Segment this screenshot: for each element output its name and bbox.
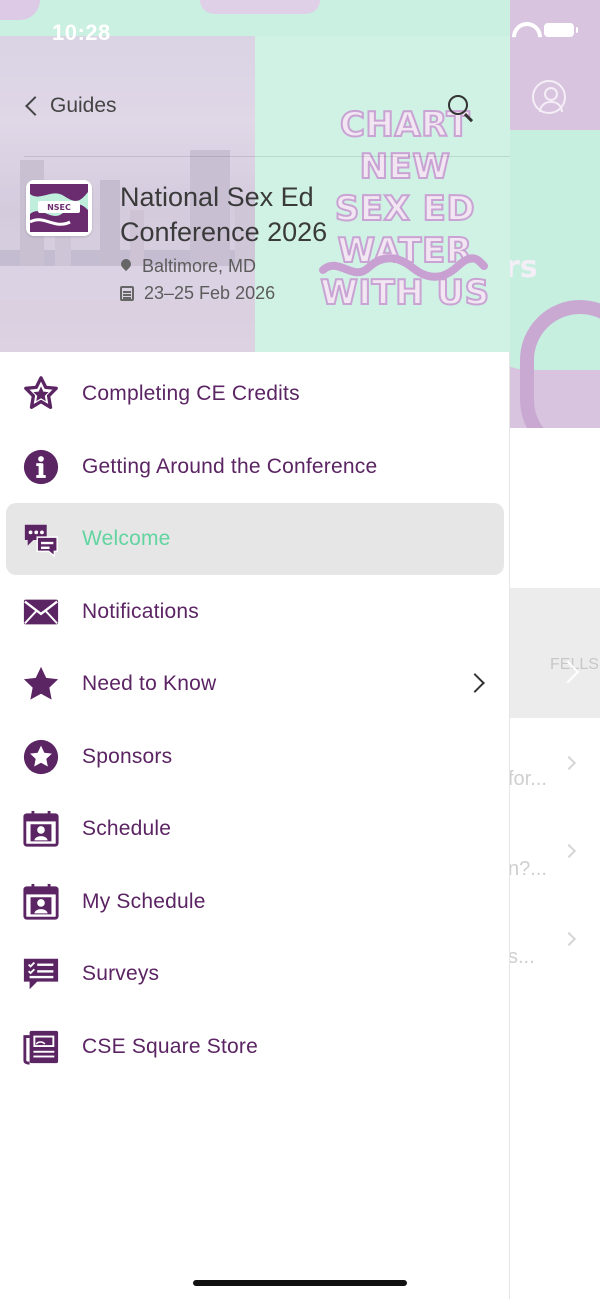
star-badge-icon [21, 374, 61, 414]
menu-item-cse-square-store[interactable]: CSE Square Store [0, 1011, 510, 1084]
menu-item-label: Welcome [82, 527, 171, 551]
chevron-right-icon [561, 843, 577, 859]
menu-item-label: Notifications [82, 599, 199, 623]
drawer-menu: Completing CE Credits Getting Around the… [0, 358, 510, 1083]
event-title: National Sex Ed Conference 2026 [120, 182, 328, 247]
menu-item-label: Need to Know [82, 672, 217, 696]
menu-item-label: Schedule [82, 817, 172, 841]
chat-bubbles-icon [21, 519, 61, 559]
menu-item-label: Surveys [82, 962, 160, 986]
survey-chat-icon [21, 954, 61, 994]
chevron-right-icon [561, 755, 577, 771]
navigation-drawer: 10:28 CHART NEW SEX ED WATER WITH US Gui… [0, 0, 510, 1299]
event-dates: 23–25 Feb 2026 [120, 283, 275, 304]
calendar-icon [120, 286, 134, 301]
home-indicator[interactable] [193, 1280, 407, 1286]
background-list-text: s... [508, 946, 535, 968]
event-location-text: Baltimore, MD [142, 256, 257, 276]
menu-item-label: CSE Square Store [82, 1034, 258, 1058]
status-icons [512, 22, 578, 38]
chevron-right-icon[interactable] [465, 673, 485, 693]
star-circle-icon [21, 737, 61, 777]
menu-item-notifications[interactable]: Notifications [0, 576, 510, 649]
star-icon [21, 664, 61, 704]
background-list-text: n?... [508, 858, 547, 880]
calendar-person-icon [21, 882, 61, 922]
menu-item-completing-ce-credits[interactable]: Completing CE Credits [0, 358, 510, 431]
menu-item-getting-around[interactable]: Getting Around the Conference [0, 431, 510, 504]
event-dates-text: 23–25 Feb 2026 [144, 283, 276, 303]
menu-item-label: Completing CE Credits [82, 382, 300, 406]
squiggle-decoration [319, 254, 488, 281]
svg-text:NSEC: NSEC [47, 203, 71, 212]
menu-item-sponsors[interactable]: Sponsors [0, 721, 510, 794]
location-pin-icon [120, 259, 132, 275]
menu-item-my-schedule[interactable]: My Schedule [0, 866, 510, 939]
store-icon [21, 1027, 61, 1067]
calendar-person-icon [21, 809, 61, 849]
wifi-icon [512, 22, 534, 38]
menu-item-need-to-know[interactable]: Need to Know [0, 648, 510, 721]
envelope-icon [21, 592, 61, 632]
menu-item-schedule[interactable]: Schedule [0, 793, 510, 866]
menu-item-surveys[interactable]: Surveys [0, 938, 510, 1011]
drawer-header: 10:28 CHART NEW SEX ED WATER WITH US Gui… [0, 0, 510, 352]
back-button[interactable]: Guides [22, 94, 117, 118]
battery-icon [544, 23, 578, 37]
menu-item-label: Getting Around the Conference [82, 454, 378, 478]
status-time: 10:28 [52, 20, 111, 45]
chevron-right-icon [561, 931, 577, 947]
event-logo: NSEC [26, 180, 92, 236]
menu-item-label: Sponsors [82, 744, 173, 768]
background-card[interactable] [505, 588, 600, 718]
search-icon[interactable] [446, 93, 476, 123]
menu-item-label: My Schedule [82, 889, 206, 913]
event-location: Baltimore, MD [120, 256, 256, 277]
profile-icon[interactable] [532, 80, 566, 114]
header-divider [24, 156, 510, 157]
background-list-text: for... [508, 768, 547, 790]
info-icon [21, 447, 61, 487]
chevron-left-icon [25, 96, 45, 116]
back-button-label: Guides [50, 94, 117, 117]
menu-item-welcome[interactable]: Welcome [0, 503, 510, 576]
